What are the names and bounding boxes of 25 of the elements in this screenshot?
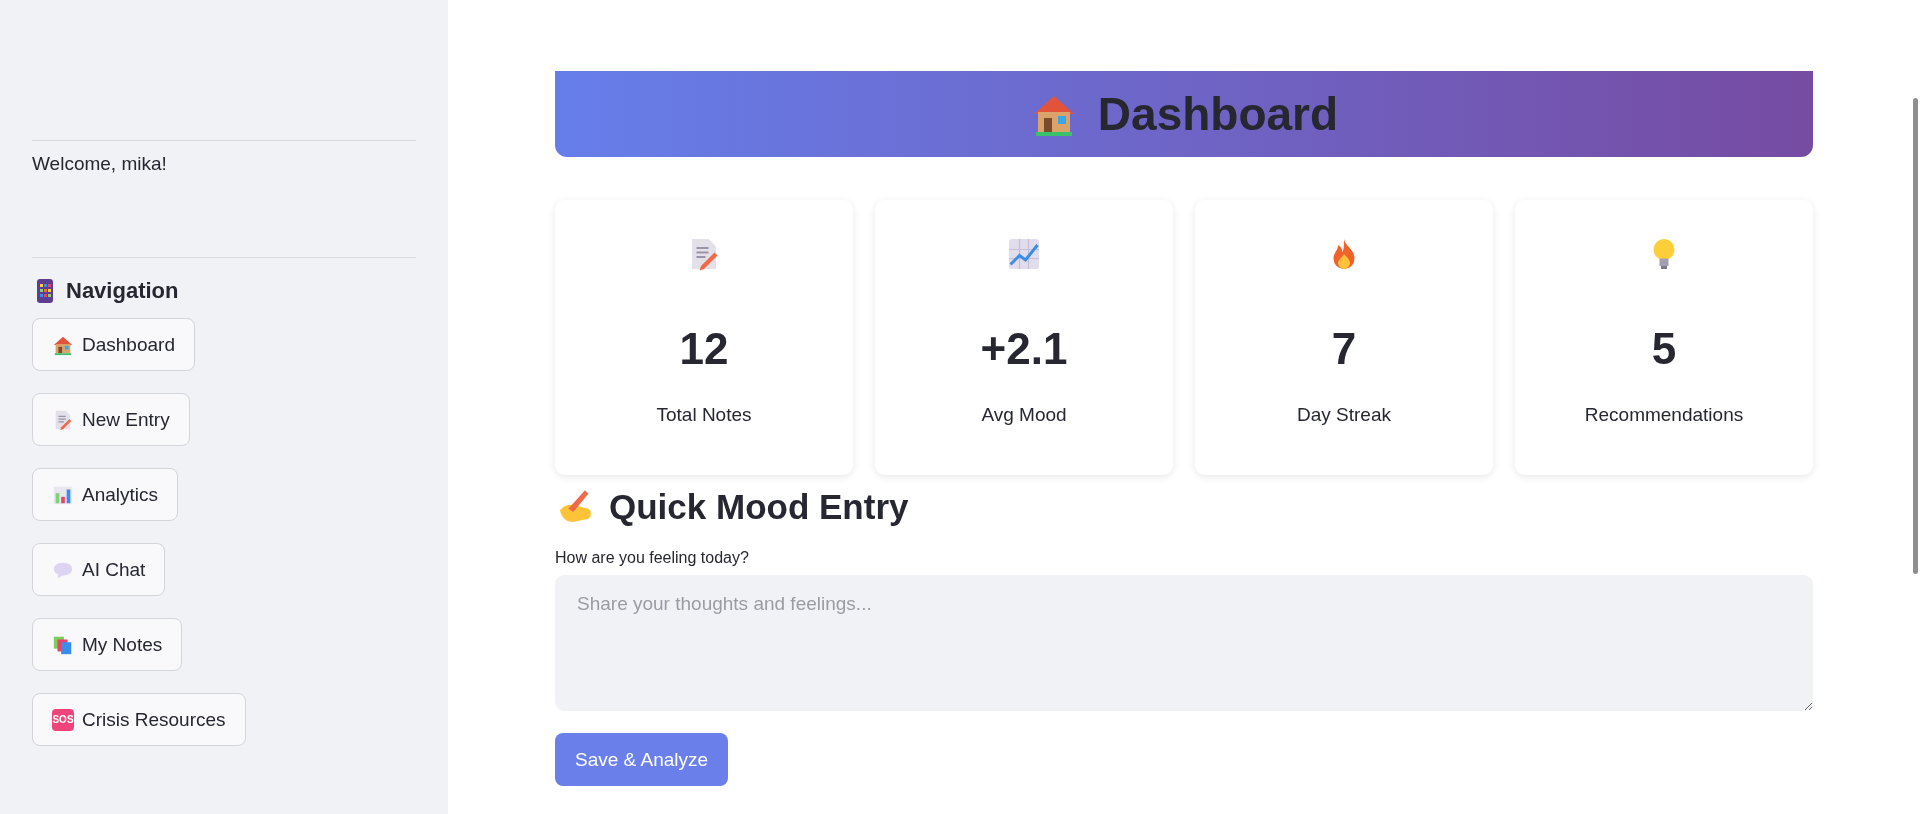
line-chart-icon bbox=[1006, 236, 1042, 272]
stat-label: Day Streak bbox=[1297, 404, 1391, 426]
nav-button[interactable]: My Notes bbox=[32, 618, 183, 671]
phone-icon bbox=[36, 278, 54, 304]
nav-button[interactable]: AI Chat bbox=[32, 543, 166, 596]
navigation-heading: Navigation bbox=[66, 278, 179, 304]
section-heading: Quick Mood Entry bbox=[609, 487, 909, 527]
stat-value: 12 bbox=[679, 324, 729, 374]
stat-label: Avg Mood bbox=[981, 404, 1067, 426]
nav-button[interactable]: New Entry bbox=[32, 393, 190, 446]
stat-value: 7 bbox=[1331, 324, 1357, 374]
nav-button[interactable]: Dashboard bbox=[32, 318, 195, 371]
page-title: Dashboard bbox=[1097, 87, 1339, 141]
nav-button[interactable]: Analytics bbox=[32, 468, 179, 521]
nav-button[interactable]: SOS Crisis Resources bbox=[32, 693, 246, 746]
stat-value: +2.1 bbox=[980, 324, 1068, 374]
stat-value: 5 bbox=[1651, 324, 1677, 374]
welcome-text: Welcome, mika! bbox=[32, 153, 168, 175]
stat-label: Total Notes bbox=[656, 404, 752, 426]
scrollbar[interactable] bbox=[1913, 98, 1918, 574]
mood-text-field[interactable]: Share your thoughts and feelings... bbox=[555, 575, 1813, 711]
save-button[interactable]: Save & Analyze bbox=[555, 733, 729, 786]
sos-icon: SOS bbox=[52, 708, 74, 731]
stat-label: Recommendations bbox=[1584, 404, 1744, 426]
field-label: How are you feeling today? bbox=[555, 549, 750, 567]
